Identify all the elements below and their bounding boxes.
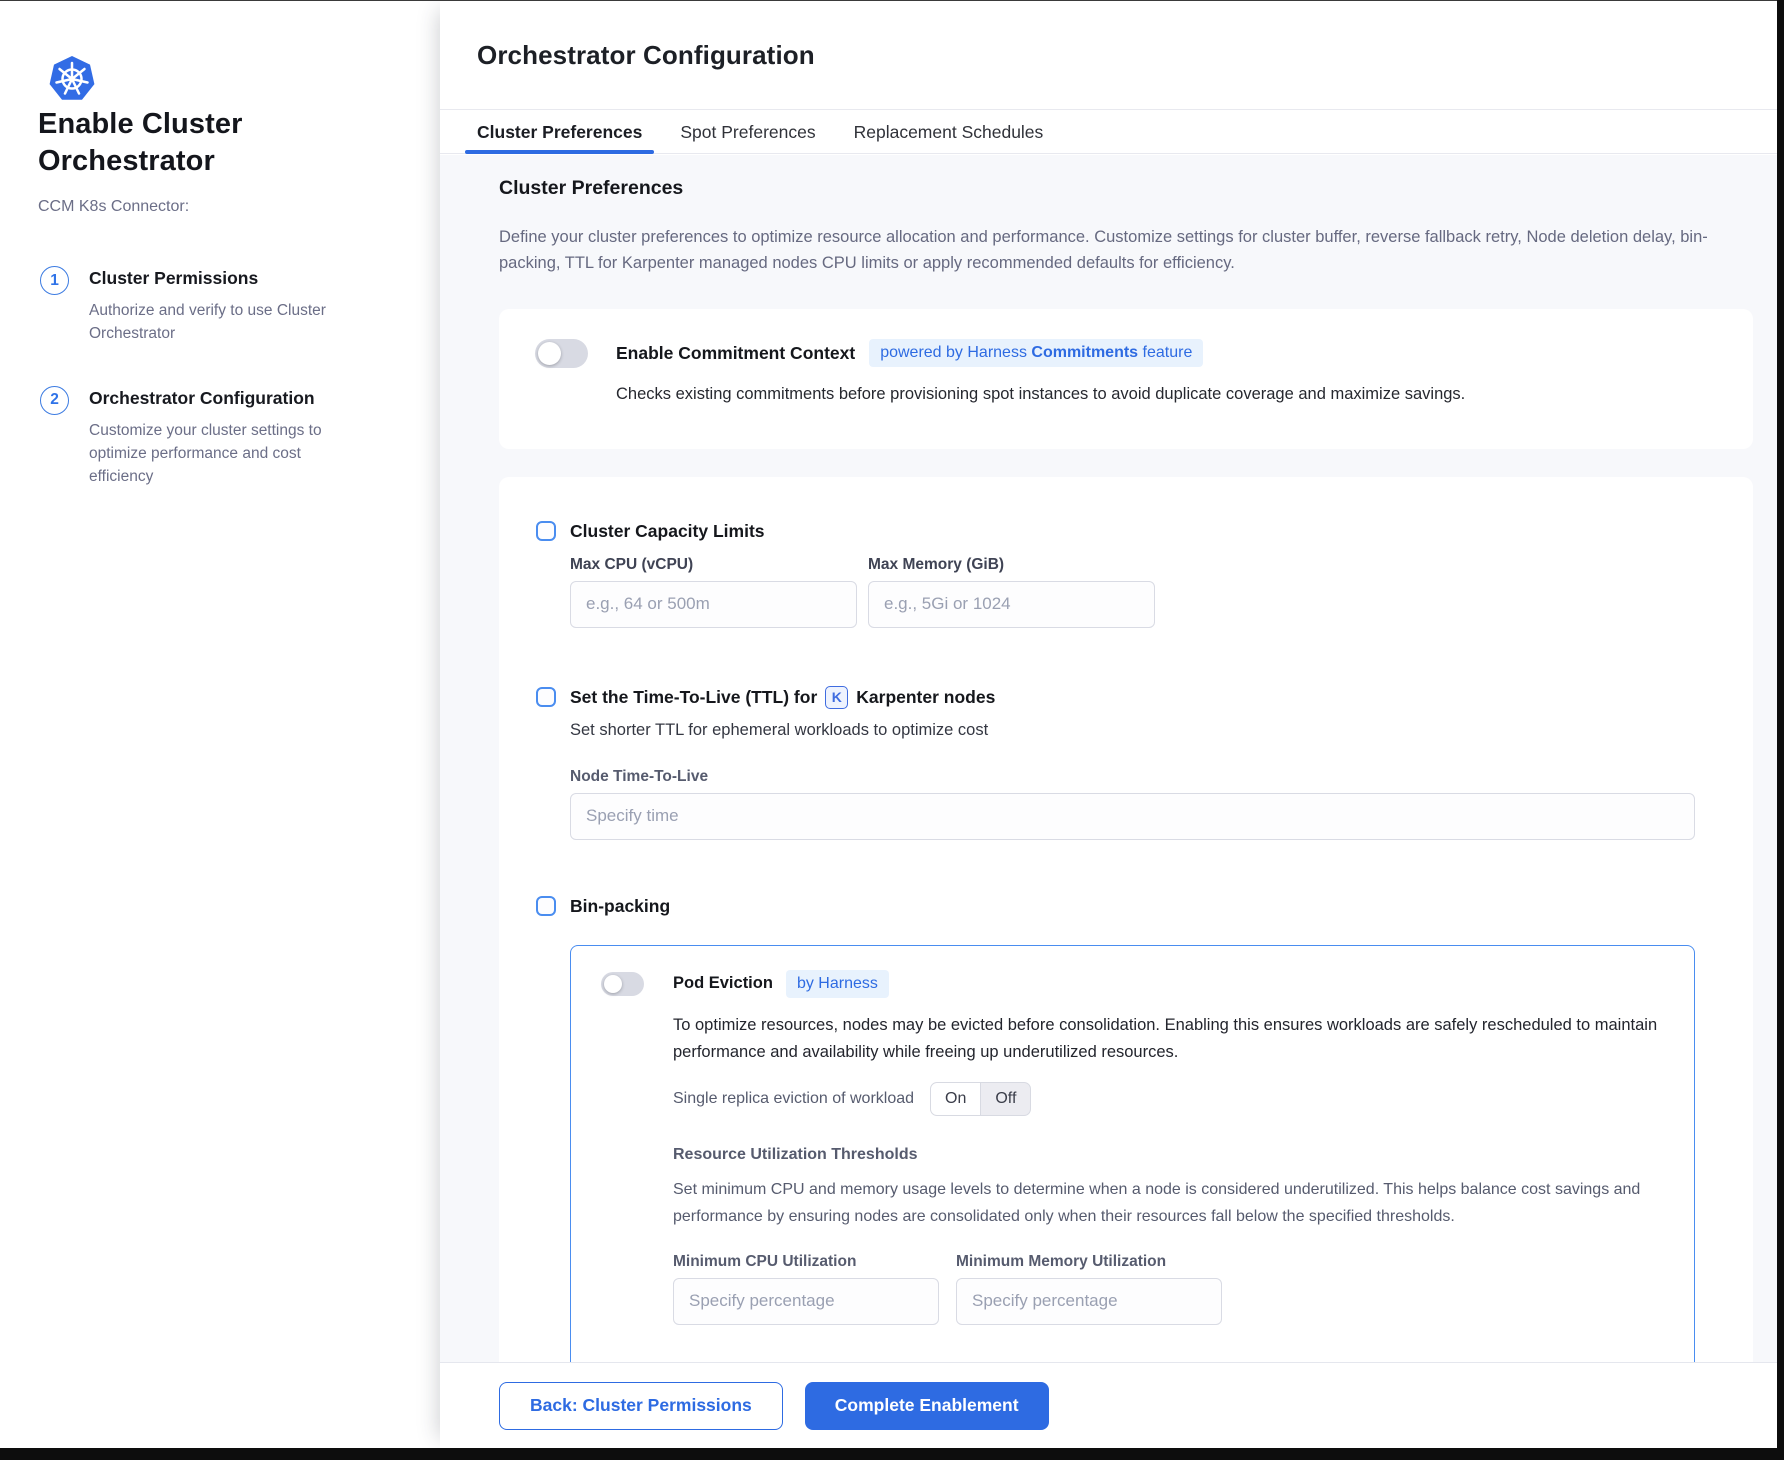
ttl-title-prefix: Set the Time-To-Live (TTL) for <box>570 687 817 708</box>
step-description: Authorize and verify to use Cluster Orch… <box>89 299 341 346</box>
tab-spot-preferences[interactable]: Spot Preferences <box>668 111 827 153</box>
commitment-context-card: Enable Commitment Context powered by Har… <box>499 309 1753 449</box>
cluster-preferences-card: Cluster Capacity Limits Max CPU (vCPU) M… <box>499 477 1753 1362</box>
step-title: Cluster Permissions <box>89 268 341 289</box>
powered-by-harness-badge: powered by Harness Commitments feature <box>869 339 1203 367</box>
bin-packing-checkbox[interactable] <box>536 896 556 916</box>
max-memory-label: Max Memory (GiB) <box>868 556 1155 574</box>
step-number-badge: 1 <box>40 266 69 295</box>
ttl-checkbox[interactable] <box>536 687 556 707</box>
max-cpu-input[interactable] <box>570 581 857 628</box>
min-memory-label: Minimum Memory Utilization <box>956 1253 1222 1271</box>
tab-cluster-preferences[interactable]: Cluster Preferences <box>465 111 654 153</box>
by-harness-badge: by Harness <box>786 970 889 998</box>
toggle-knob <box>604 975 622 993</box>
frame-edge-right <box>1777 0 1784 1460</box>
step-number-badge: 2 <box>40 386 69 415</box>
badge-prefix: powered by Harness <box>880 344 1031 361</box>
pod-eviction-toggle[interactable] <box>601 972 644 996</box>
single-replica-segmented-control: On Off <box>930 1082 1031 1116</box>
panel-title: Orchestrator Configuration <box>477 40 815 71</box>
section-description: Define your cluster preferences to optim… <box>499 224 1749 277</box>
bin-packing-label: Bin-packing <box>570 896 670 917</box>
node-ttl-label: Node Time-To-Live <box>570 768 1716 786</box>
off-segment[interactable]: Off <box>981 1083 1030 1115</box>
ttl-subtitle: Set shorter TTL for ephemeral workloads … <box>570 721 1716 740</box>
toggle-knob <box>538 342 561 365</box>
wizard-sidebar: Enable Cluster Orchestrator CCM K8s Conn… <box>0 0 440 1448</box>
pod-eviction-card: Pod Eviction by Harness To optimize reso… <box>570 945 1695 1362</box>
commitment-toggle[interactable] <box>535 339 588 368</box>
min-cpu-label: Minimum CPU Utilization <box>673 1253 939 1271</box>
section-title: Cluster Preferences <box>499 177 1753 200</box>
cluster-capacity-label: Cluster Capacity Limits <box>570 521 765 542</box>
min-memory-input[interactable] <box>956 1278 1222 1325</box>
frame-edge-bottom <box>0 1448 1784 1460</box>
bin-packing-group: Bin-packing Pod Eviction by Harness T <box>536 896 1716 1362</box>
pod-eviction-description: To optimize resources, nodes may be evic… <box>673 1012 1664 1066</box>
thresholds-description: Set minimum CPU and memory usage levels … <box>673 1176 1664 1230</box>
tab-replacement-schedules[interactable]: Replacement Schedules <box>842 111 1056 153</box>
max-memory-input[interactable] <box>868 581 1155 628</box>
badge-suffix: feature <box>1138 344 1192 361</box>
wizard-footer: Back: Cluster Permissions Complete Enabl… <box>440 1362 1777 1448</box>
single-replica-row: Single replica eviction of workload On O… <box>673 1082 1664 1116</box>
step-orchestrator-configuration[interactable]: 2 Orchestrator Configuration Customize y… <box>40 388 370 489</box>
ttl-label-row: Set the Time-To-Live (TTL) for K Karpent… <box>570 686 995 709</box>
step-title: Orchestrator Configuration <box>89 388 341 409</box>
node-ttl-input[interactable] <box>570 793 1695 840</box>
enable-cluster-orchestrator-page: Enable Cluster Orchestrator CCM K8s Conn… <box>0 0 1784 1460</box>
connector-subtitle: CCM K8s Connector: <box>38 198 189 216</box>
ttl-title-suffix: Karpenter nodes <box>856 687 995 708</box>
max-cpu-label: Max CPU (vCPU) <box>570 556 857 574</box>
panel-header: Orchestrator Configuration <box>440 0 1777 110</box>
min-cpu-input[interactable] <box>673 1278 939 1325</box>
back-button[interactable]: Back: Cluster Permissions <box>499 1382 783 1430</box>
on-segment[interactable]: On <box>931 1083 981 1115</box>
frame-edge-top <box>0 0 1784 1</box>
wizard-steps: 1 Cluster Permissions Authorize and veri… <box>40 268 370 488</box>
single-replica-label: Single replica eviction of workload <box>673 1090 914 1108</box>
karpenter-icon: K <box>825 686 848 709</box>
tab-bar: Cluster Preferences Spot Preferences Rep… <box>440 111 1777 154</box>
step-cluster-permissions[interactable]: 1 Cluster Permissions Authorize and veri… <box>40 268 370 346</box>
commitment-title: Enable Commitment Context <box>616 343 855 364</box>
badge-bold: Commitments <box>1031 344 1138 361</box>
commitment-description: Checks existing commitments before provi… <box>616 385 1717 404</box>
tab-content: Cluster Preferences Define your cluster … <box>440 155 1777 1362</box>
main-panel: Orchestrator Configuration Cluster Prefe… <box>440 0 1777 1448</box>
step-description: Customize your cluster settings to optim… <box>89 419 341 489</box>
complete-enablement-button[interactable]: Complete Enablement <box>805 1382 1049 1430</box>
cluster-capacity-limits-row: Cluster Capacity Limits <box>536 521 1716 542</box>
thresholds-title: Resource Utilization Thresholds <box>673 1146 1664 1164</box>
ttl-group: Set the Time-To-Live (TTL) for K Karpent… <box>536 686 1716 840</box>
pod-eviction-title: Pod Eviction <box>673 974 773 993</box>
cluster-capacity-checkbox[interactable] <box>536 521 556 541</box>
page-title: Enable Cluster Orchestrator <box>38 106 288 180</box>
kubernetes-logo-icon <box>46 54 98 104</box>
